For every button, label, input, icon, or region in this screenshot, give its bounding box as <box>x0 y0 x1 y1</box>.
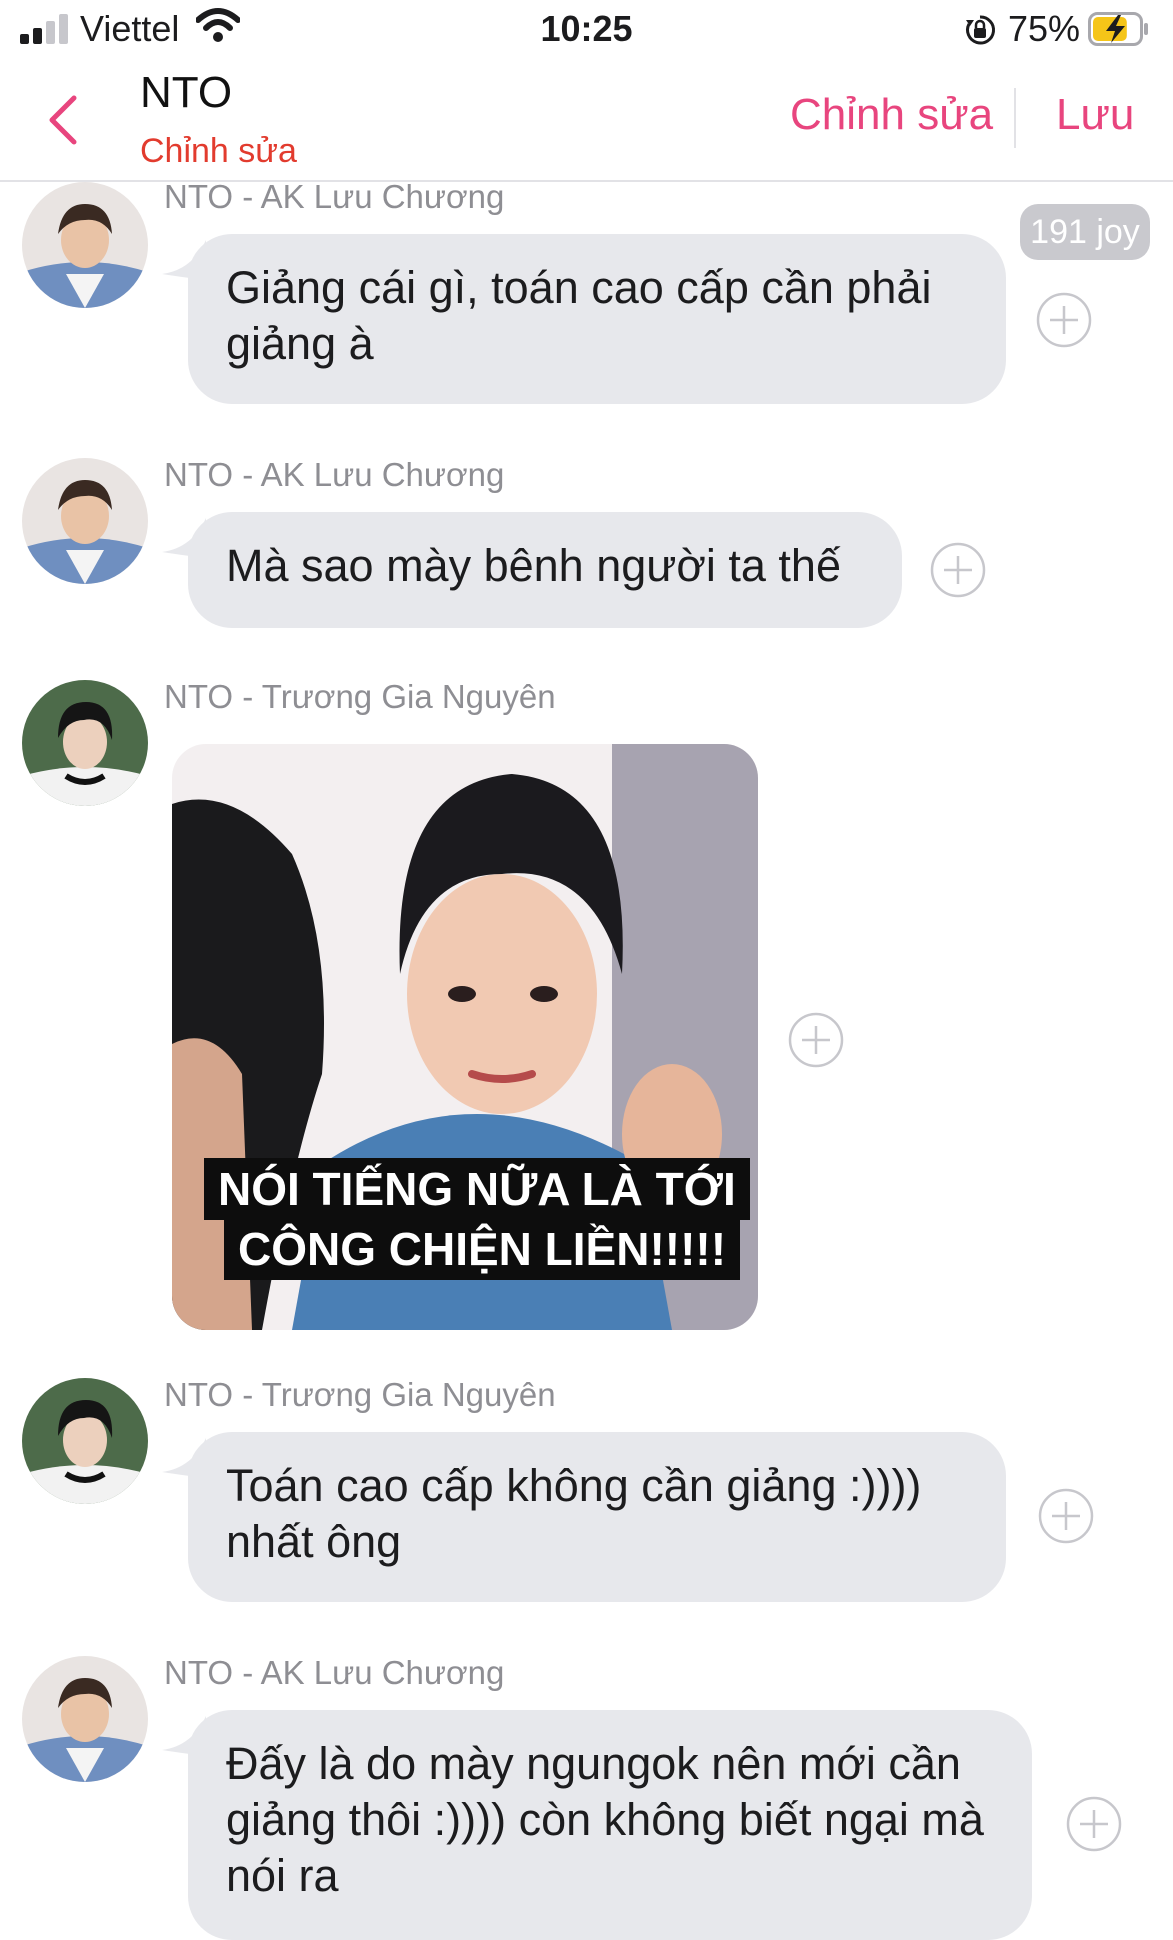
chat-subtitle: Chỉnh sửa <box>140 132 297 170</box>
nav-divider <box>1014 88 1016 148</box>
bubble-tail <box>162 1716 206 1756</box>
avatar-image <box>22 1378 148 1504</box>
status-time: 10:25 <box>540 8 633 49</box>
message-text: Giảng cái gì, toán cao cấp cần phải giản… <box>226 262 932 369</box>
message-text: Toán cao cấp không cần giảng :)))) nhất … <box>226 1460 922 1567</box>
sender-name: NTO - Trương Gia Nguyên <box>164 678 556 715</box>
message-text: Mà sao mày bênh người ta thế <box>226 540 841 591</box>
sender-name: NTO - AK Lưu Chương <box>164 1654 505 1691</box>
message-bubble[interactable]: Toán cao cấp không cần giảng :)))) nhất … <box>162 1432 1006 1602</box>
navigation-bar: NTO Chỉnh sửa Chỉnh sửa Lưu <box>0 60 1173 182</box>
sender-name: NTO - AK Lưu Chương <box>164 178 505 215</box>
chat-title: NTO <box>140 68 233 117</box>
edit-button[interactable]: Chỉnh sửa <box>790 90 993 140</box>
rotation-lock-icon <box>966 15 996 45</box>
avatar-image <box>22 182 148 308</box>
avatar[interactable] <box>22 680 148 806</box>
battery-percent: 75% <box>1008 8 1081 49</box>
add-reaction-icon[interactable] <box>930 542 986 598</box>
chevron-left-icon[interactable] <box>44 92 80 148</box>
bubble-tail <box>162 240 206 280</box>
add-reaction-icon[interactable] <box>1036 292 1092 348</box>
message-bubble[interactable]: Giảng cái gì, toán cao cấp cần phải giản… <box>162 234 1006 404</box>
bubble-tail <box>162 518 206 558</box>
add-reaction-icon[interactable] <box>1038 1488 1094 1544</box>
avatar-image <box>22 1656 148 1782</box>
image-caption-line-2: CÔNG CHIỆN LIỀN!!!!! <box>224 1218 741 1280</box>
avatar[interactable] <box>22 1378 148 1504</box>
message-text: Đấy là do mày ngungok nên mới cần giảng … <box>226 1738 984 1901</box>
message-bubble[interactable]: Đấy là do mày ngungok nên mới cần giảng … <box>162 1710 1032 1940</box>
avatar-image <box>22 680 148 806</box>
save-button[interactable]: Lưu <box>1056 90 1134 140</box>
bubble-tail <box>162 1438 206 1478</box>
message-bubble[interactable]: Mà sao mày bênh người ta thế <box>162 512 902 628</box>
status-bar: Viettel 10:25 75% <box>0 0 1173 60</box>
avatar-image <box>22 458 148 584</box>
sender-name: NTO - Trương Gia Nguyên <box>164 1376 556 1413</box>
reaction-badge[interactable]: 191 joy <box>1020 204 1150 260</box>
add-reaction-icon[interactable] <box>1066 1796 1122 1852</box>
add-reaction-icon[interactable] <box>788 1012 844 1068</box>
sticker-image[interactable]: NÓI TIẾNG NỮA LÀ TỚI CÔNG CHIỆN LIỀN!!!!… <box>172 744 758 1330</box>
battery-charging-icon <box>1088 12 1148 46</box>
avatar[interactable] <box>22 1656 148 1782</box>
sender-name: NTO - AK Lưu Chương <box>164 456 505 493</box>
avatar[interactable] <box>22 182 148 308</box>
avatar[interactable] <box>22 458 148 584</box>
image-caption-line-1: NÓI TIẾNG NỮA LÀ TỚI <box>204 1158 750 1220</box>
